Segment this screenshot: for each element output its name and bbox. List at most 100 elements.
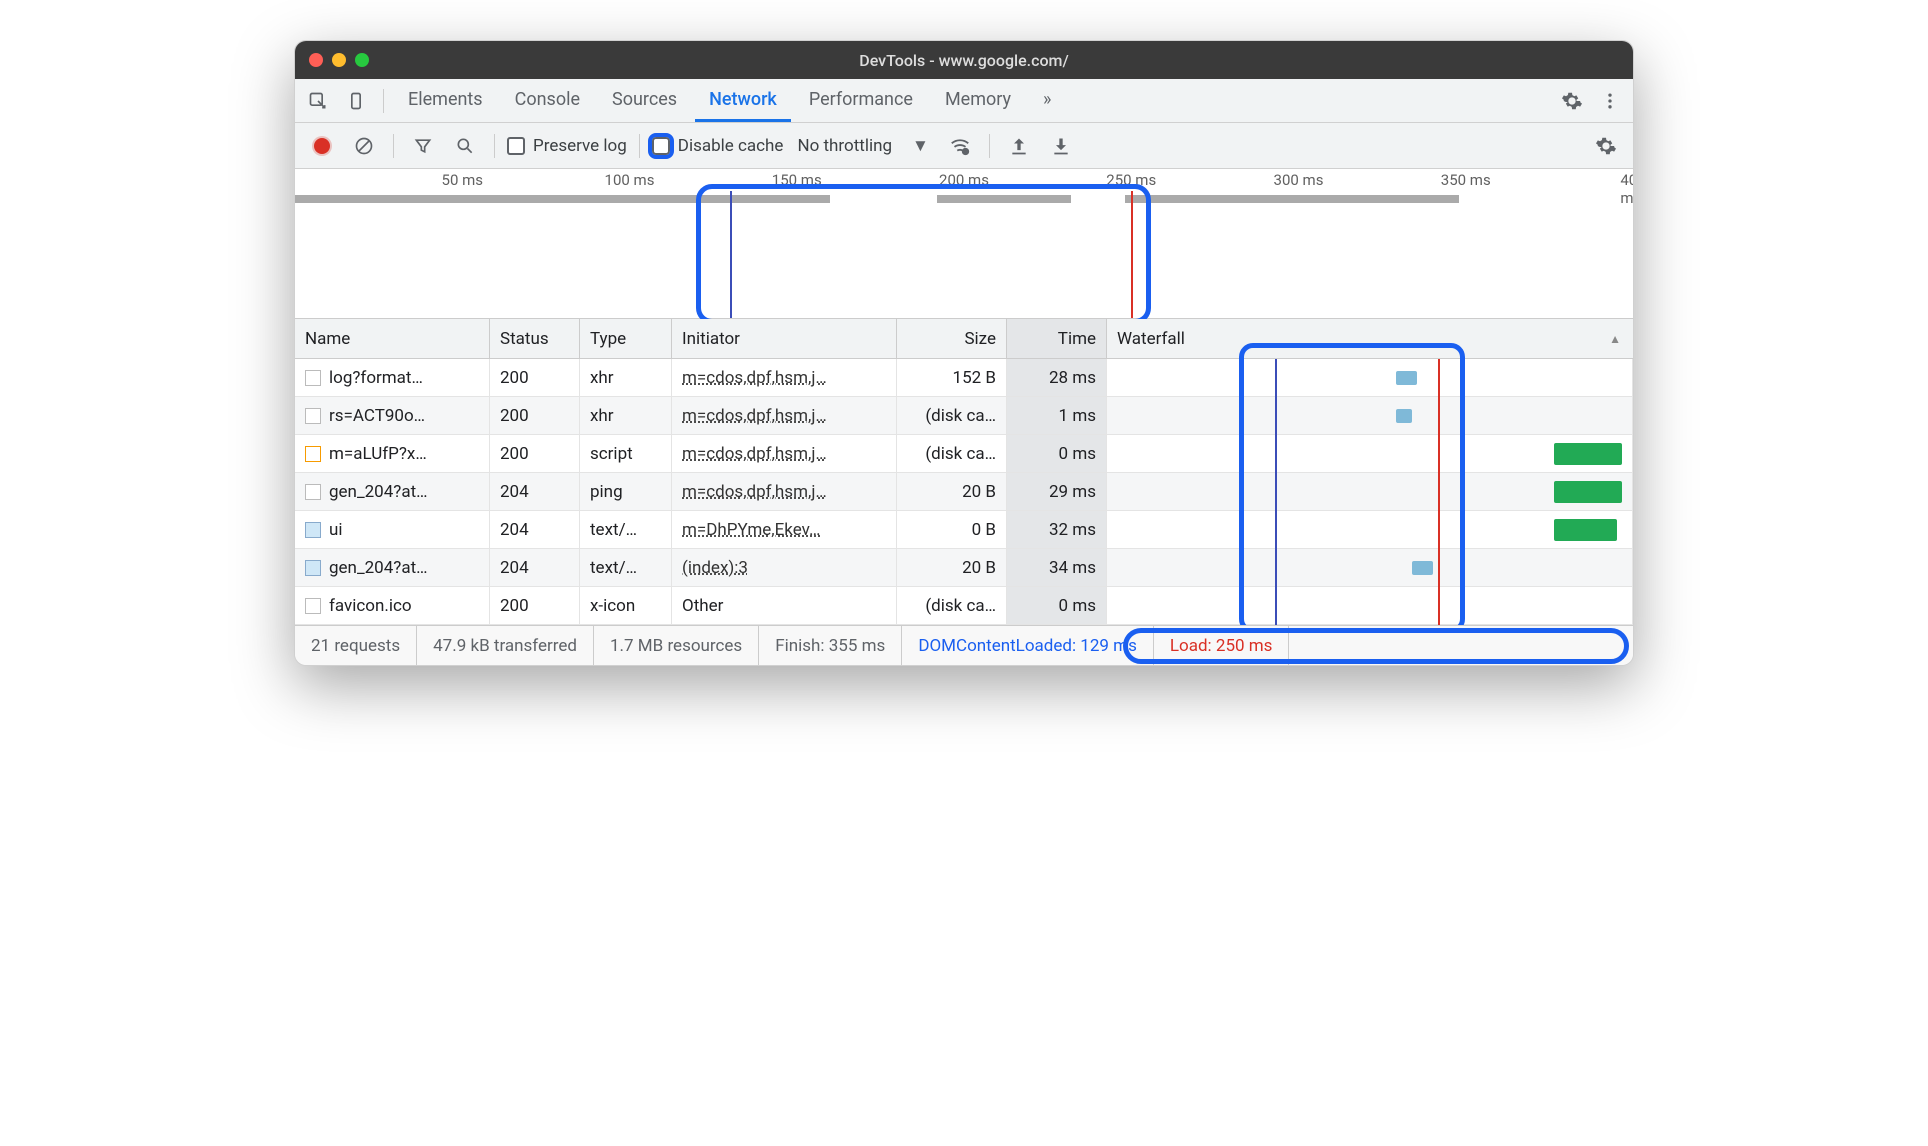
cell-status: 204 [490,511,580,548]
tick-label: 200 ms [939,171,989,189]
devtools-window: DevTools - www.google.com/ Elements Cons… [294,40,1634,666]
cell-waterfall [1107,397,1633,434]
cell-waterfall [1107,511,1633,548]
device-toggle-icon[interactable] [339,84,373,118]
col-waterfall[interactable]: Waterfall [1107,319,1633,358]
preserve-log-checkbox[interactable]: Preserve log [507,136,627,156]
tab-console[interactable]: Console [501,79,594,122]
overview-timeline[interactable]: 50 ms100 ms150 ms200 ms250 ms300 ms350 m… [295,169,1633,319]
initiator-link[interactable]: m=cdos,dpf,hsm,j… [682,368,827,388]
cell-name: gen_204?at… [329,558,428,578]
kebab-icon[interactable] [1593,84,1627,118]
statusbar: 21 requests 47.9 kB transferred 1.7 MB r… [295,625,1633,665]
col-size[interactable]: Size [897,319,1007,358]
table-row[interactable]: m=aLUfP?x… 200script m=cdos,dpf,hsm,j… (dis… [295,435,1633,473]
tick-label: 50 ms [442,171,483,189]
gear-icon[interactable] [1555,84,1589,118]
cell-name: ui [329,520,343,540]
cell-initiator: Other [682,596,723,616]
cell-type: text/… [580,511,672,548]
col-status[interactable]: Status [490,319,580,358]
cell-waterfall [1107,473,1633,510]
disable-cache-label: Disable cache [678,136,784,156]
divider [989,134,990,158]
gear-icon[interactable] [1589,129,1623,163]
cell-waterfall [1107,549,1633,586]
load-marker [1131,191,1133,318]
titlebar: DevTools - www.google.com/ [295,41,1633,79]
throttling-select[interactable]: No throttling ▼ [791,136,934,156]
network-conditions-icon[interactable] [943,129,977,163]
tick-label: 100 ms [605,171,655,189]
cell-time: 28 ms [1007,359,1107,396]
tab-more[interactable]: » [1029,79,1065,122]
overview-band [295,195,1633,203]
throttling-label: No throttling [797,136,892,156]
table-row[interactable]: gen_204?at…204pingm=cdos,dpf,hsm,j…20 B2… [295,473,1633,511]
cell-size: (disk ca… [897,435,1007,472]
table-row[interactable]: rs=ACT90o…200xhrm=cdos,dpf,hsm,j…(disk c… [295,397,1633,435]
status-load: Load: 250 ms [1154,626,1290,665]
cell-name: log?format… [329,368,423,388]
cell-status: 200 [490,435,580,472]
close-icon[interactable] [309,53,323,67]
cell-status: 200 [490,397,580,434]
cell-type: script [580,435,672,472]
divider [639,134,640,158]
table-row[interactable]: favicon.ico200x-iconOther(disk ca…0 ms [295,587,1633,625]
initiator-link[interactable]: m=cdos,dpf,hsm,j… [682,482,827,502]
cell-size: (disk ca… [897,397,1007,434]
status-resources: 1.7 MB resources [594,626,759,665]
table-row[interactable]: log?format…200xhrm=cdos,dpf,hsm,j…152 B2… [295,359,1633,397]
col-name[interactable]: Name [295,319,490,358]
status-requests: 21 requests [295,626,417,665]
status-transferred: 47.9 kB transferred [417,626,594,665]
cell-type: xhr [580,397,672,434]
table-row[interactable]: gen_204?at…204text/…(index):320 B34 ms [295,549,1633,587]
window-title: DevTools - www.google.com/ [295,51,1633,70]
cell-size: 152 B [897,359,1007,396]
download-icon[interactable] [1044,129,1078,163]
disable-cache-checkbox[interactable]: Disable cache [652,136,784,156]
upload-icon[interactable] [1002,129,1036,163]
initiator-link[interactable]: m=cdos,dpf,hsm,j… [682,406,827,426]
file-icon [305,484,321,500]
file-icon [305,522,321,538]
minimize-icon[interactable] [332,53,346,67]
col-time[interactable]: Time [1007,319,1107,358]
tab-elements[interactable]: Elements [394,79,497,122]
cell-size: 20 B [897,549,1007,586]
table-body: log?format…200xhrm=cdos,dpf,hsm,j…152 B2… [295,359,1633,625]
initiator-link[interactable]: m=DhPYme,Ekev… [682,520,820,540]
cell-waterfall [1107,587,1633,624]
tab-memory[interactable]: Memory [931,79,1025,122]
table-row[interactable]: ui204text/…m=DhPYme,Ekev…0 B32 ms [295,511,1633,549]
col-type[interactable]: Type [580,319,672,358]
cell-time: 29 ms [1007,473,1107,510]
inspect-icon[interactable] [301,84,335,118]
cell-waterfall [1107,359,1633,396]
col-initiator[interactable]: Initiator [672,319,897,358]
divider [383,89,384,113]
initiator-link[interactable]: (index):3 [682,558,748,578]
initiator-link[interactable]: m=cdos,dpf,hsm,j… [682,444,827,464]
cell-name: m=aLUfP?x… [329,444,427,464]
tab-performance[interactable]: Performance [795,79,927,122]
tick-label: 250 ms [1106,171,1156,189]
record-button[interactable] [305,129,339,163]
traffic-lights [309,53,369,67]
search-icon[interactable] [448,129,482,163]
tick-label: 300 ms [1274,171,1324,189]
filter-icon[interactable] [406,129,440,163]
tab-sources[interactable]: Sources [598,79,691,122]
cell-time: 1 ms [1007,397,1107,434]
preserve-log-label: Preserve log [533,136,627,156]
cell-size: 20 B [897,473,1007,510]
zoom-icon[interactable] [355,53,369,67]
cell-status: 204 [490,549,580,586]
status-finish: Finish: 355 ms [759,626,902,665]
tab-network[interactable]: Network [695,79,791,122]
cell-type: x-icon [580,587,672,624]
table-header: Name Status Type Initiator Size Time Wat… [295,319,1633,359]
clear-icon[interactable] [347,129,381,163]
